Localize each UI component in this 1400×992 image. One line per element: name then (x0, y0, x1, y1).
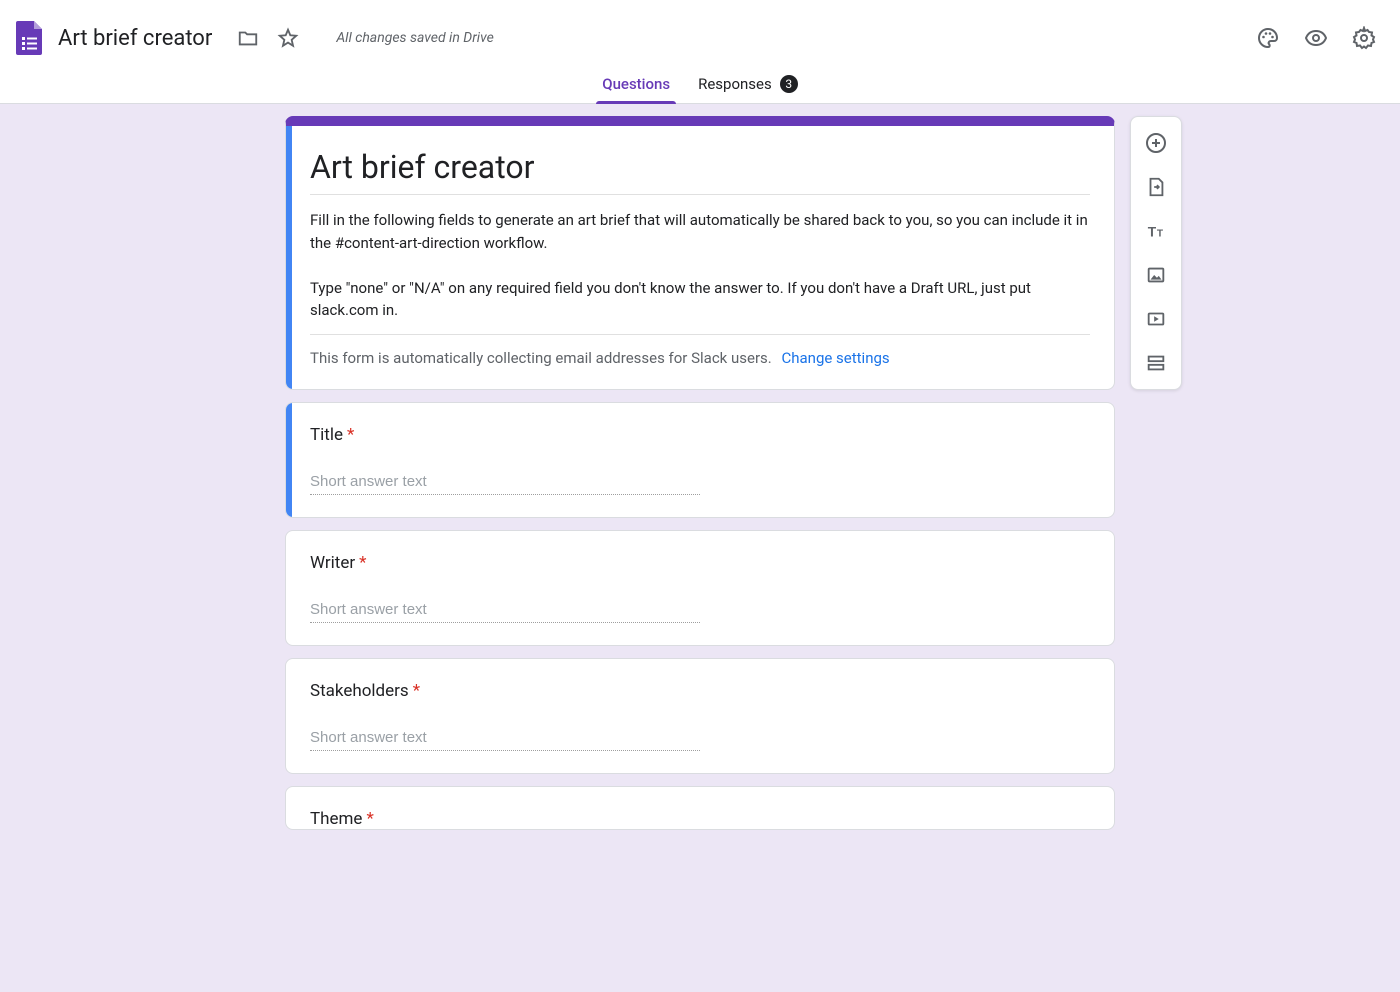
form-header-card[interactable]: Art brief creator Fill in the following … (285, 116, 1115, 390)
tabbar: Questions Responses 3 (0, 64, 1400, 104)
plus-circle-icon (1144, 131, 1168, 155)
short-answer-input (310, 725, 700, 751)
add-image-button[interactable] (1138, 257, 1174, 293)
header-actions (1248, 18, 1384, 58)
required-indicator: * (359, 553, 366, 573)
add-title-button[interactable]: T T (1138, 213, 1174, 249)
preview-button[interactable] (1296, 18, 1336, 58)
required-indicator: * (413, 681, 420, 701)
form-description[interactable]: Fill in the following fields to generate… (310, 209, 1090, 335)
question-card[interactable]: Stakeholders * (285, 658, 1115, 774)
question-label-text[interactable]: Theme (310, 809, 362, 829)
palette-icon (1256, 26, 1280, 50)
short-answer-input (310, 469, 700, 495)
eye-icon (1304, 26, 1328, 50)
svg-text:T: T (1148, 225, 1157, 240)
folder-icon (237, 27, 259, 49)
star-icon (277, 27, 299, 49)
question-label: Stakeholders * (310, 681, 1090, 701)
gear-icon (1352, 26, 1376, 50)
question-label: Title * (310, 425, 1090, 445)
svg-text:T: T (1157, 229, 1164, 240)
change-settings-link[interactable]: Change settings (781, 349, 889, 367)
save-status: All changes saved in Drive (336, 30, 493, 46)
required-indicator: * (347, 425, 354, 445)
responses-count-badge: 3 (780, 75, 798, 93)
question-label-text[interactable]: Stakeholders (310, 681, 409, 701)
question-label-text[interactable]: Title (310, 425, 343, 445)
form-canvas: Art brief creator Fill in the following … (0, 104, 1400, 992)
settings-button[interactable] (1344, 18, 1384, 58)
tab-questions[interactable]: Questions (588, 64, 684, 104)
question-card[interactable]: Title * (285, 402, 1115, 518)
move-to-folder-button[interactable] (228, 18, 268, 58)
add-section-button[interactable] (1138, 345, 1174, 381)
side-toolbar: T T (1130, 116, 1182, 390)
customize-theme-button[interactable] (1248, 18, 1288, 58)
short-answer-input (310, 597, 700, 623)
text-icon: T T (1145, 220, 1167, 242)
email-collection-notice: This form is automatically collecting em… (310, 349, 1090, 367)
question-label-text[interactable]: Writer (310, 553, 355, 573)
question-card[interactable]: Writer * (285, 530, 1115, 646)
question-label: Writer * (310, 553, 1090, 573)
app-header: Art brief creator All changes saved in D… (0, 0, 1400, 64)
email-notice-text: This form is automatically collecting em… (310, 349, 772, 367)
add-video-button[interactable] (1138, 301, 1174, 337)
tab-label: Responses (698, 75, 772, 93)
form-title[interactable]: Art brief creator (310, 148, 1090, 195)
required-indicator: * (366, 809, 373, 829)
video-icon (1145, 308, 1167, 330)
image-icon (1145, 264, 1167, 286)
add-question-button[interactable] (1138, 125, 1174, 161)
question-card[interactable]: Theme * (285, 786, 1115, 830)
tab-label: Questions (602, 75, 670, 93)
import-icon (1145, 176, 1167, 198)
star-button[interactable] (268, 18, 308, 58)
forms-app-icon[interactable] (16, 21, 58, 55)
document-title[interactable]: Art brief creator (58, 26, 212, 51)
import-questions-button[interactable] (1138, 169, 1174, 205)
section-icon (1145, 352, 1167, 374)
question-label: Theme * (310, 809, 1090, 829)
tab-responses[interactable]: Responses 3 (684, 64, 812, 104)
